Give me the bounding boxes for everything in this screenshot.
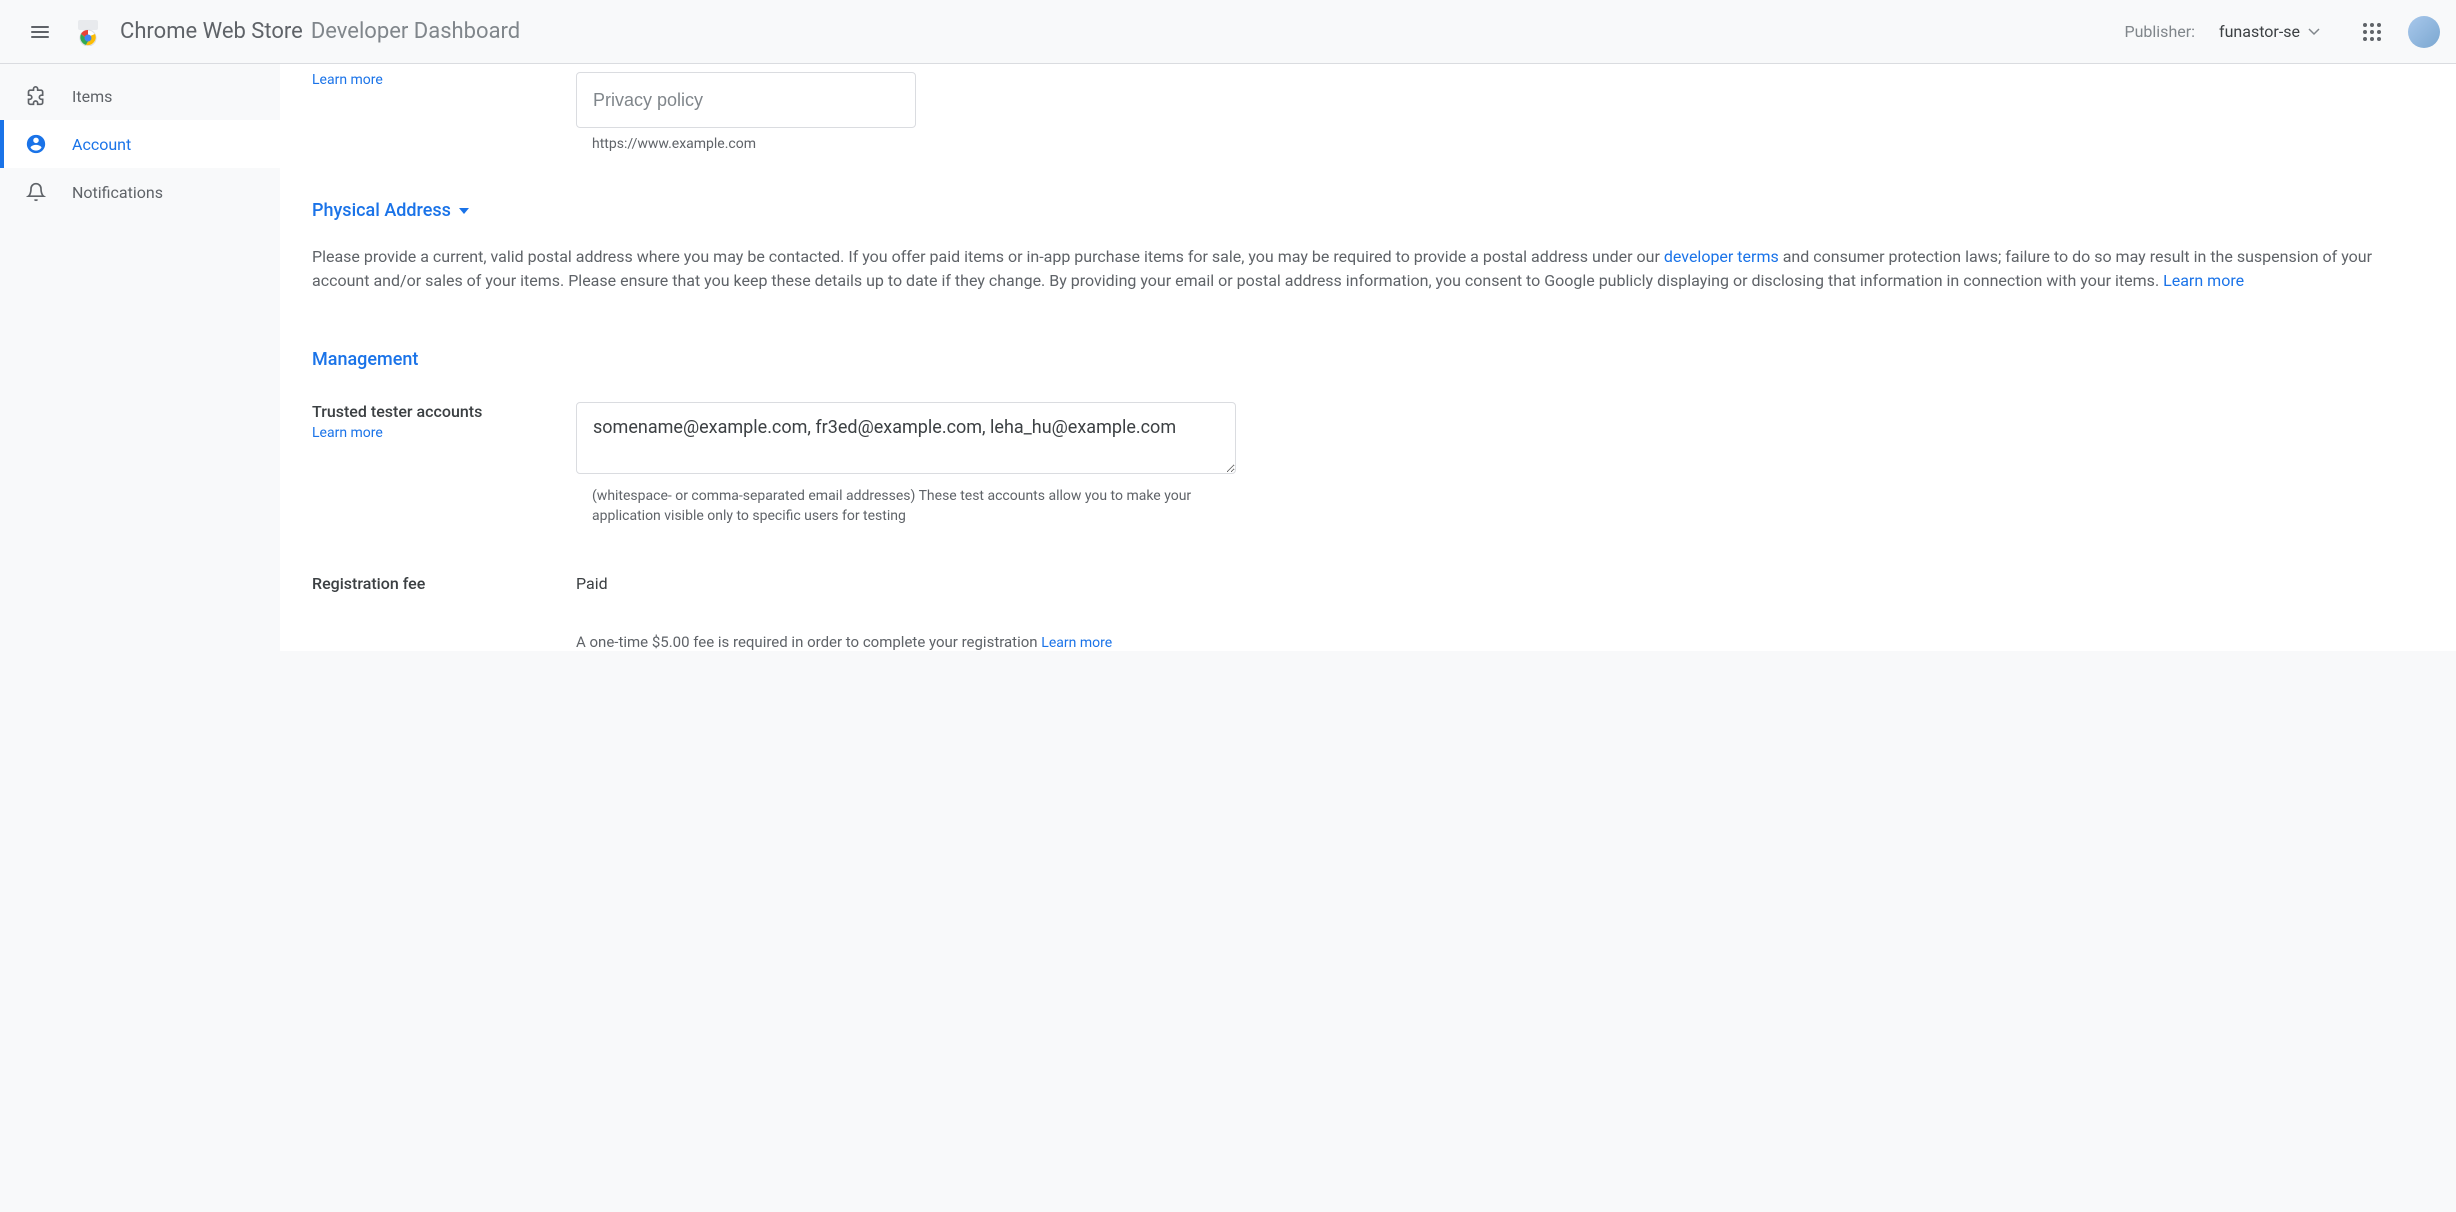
publisher-label: Publisher: xyxy=(2125,22,2196,41)
registration-fee-status: Paid xyxy=(576,574,2424,593)
bell-icon xyxy=(24,180,48,204)
physical-address-toggle[interactable]: Physical Address xyxy=(312,200,2424,221)
publisher-value: funastor-se xyxy=(2219,22,2300,41)
fee-learn-more-link[interactable]: Learn more xyxy=(1041,635,1112,651)
sidebar-item-notifications[interactable]: Notifications xyxy=(0,168,280,216)
privacy-policy-section: Learn more https://www.example.com xyxy=(312,64,2424,152)
sidebar-item-items[interactable]: Items xyxy=(0,72,280,120)
physical-address-section: Physical Address Please provide a curren… xyxy=(312,200,2424,293)
sidebar-item-label: Notifications xyxy=(72,183,163,202)
user-avatar[interactable] xyxy=(2408,16,2440,48)
registration-fee-row: Registration fee Paid A one-time $5.00 f… xyxy=(312,574,2424,651)
caret-down-icon xyxy=(459,208,469,214)
privacy-policy-input[interactable] xyxy=(576,72,916,128)
title-main: Chrome Web Store xyxy=(120,19,303,44)
google-apps-button[interactable] xyxy=(2352,12,2392,52)
top-header: Chrome Web Store Developer Dashboard Pub… xyxy=(0,0,2456,64)
menu-button[interactable] xyxy=(16,8,64,56)
trusted-testers-row: Trusted tester accounts Learn more (whit… xyxy=(312,402,2424,526)
management-section: Management Trusted tester accounts Learn… xyxy=(312,349,2424,651)
main-content: Learn more https://www.example.com Physi… xyxy=(280,64,2456,651)
sidebar-nav: Items Account Notifications xyxy=(0,64,280,651)
account-circle-icon xyxy=(24,132,48,156)
trusted-testers-learn-more-link[interactable]: Learn more xyxy=(312,425,383,441)
trusted-testers-textarea[interactable] xyxy=(576,402,1236,474)
registration-fee-title: Registration fee xyxy=(312,574,568,593)
caret-down-icon xyxy=(2308,28,2320,36)
sidebar-item-account[interactable]: Account xyxy=(0,120,280,168)
address-heading: Physical Address xyxy=(312,200,451,221)
extension-icon xyxy=(24,84,48,108)
address-description: Please provide a current, valid postal a… xyxy=(312,245,2424,293)
management-heading: Management xyxy=(312,349,2424,370)
address-learn-more-link[interactable]: Learn more xyxy=(2163,271,2244,290)
privacy-helper-text: https://www.example.com xyxy=(576,136,2424,152)
publisher-select[interactable]: funastor-se xyxy=(2219,22,2320,41)
registration-fee-description: A one-time $5.00 fee is required in orde… xyxy=(576,633,2424,651)
sidebar-item-label: Account xyxy=(72,135,131,154)
sidebar-item-label: Items xyxy=(72,87,112,106)
chrome-web-store-logo-icon xyxy=(72,16,104,48)
title-sub: Developer Dashboard xyxy=(311,19,520,44)
privacy-learn-more-link[interactable]: Learn more xyxy=(312,72,383,88)
page-title-group: Chrome Web Store Developer Dashboard xyxy=(120,19,520,44)
trusted-testers-title: Trusted tester accounts xyxy=(312,402,568,421)
trusted-testers-helper: (whitespace- or comma-separated email ad… xyxy=(576,486,1236,526)
developer-terms-link[interactable]: developer terms xyxy=(1664,247,1779,266)
apps-grid-icon xyxy=(2363,23,2381,41)
hamburger-icon xyxy=(31,26,49,38)
